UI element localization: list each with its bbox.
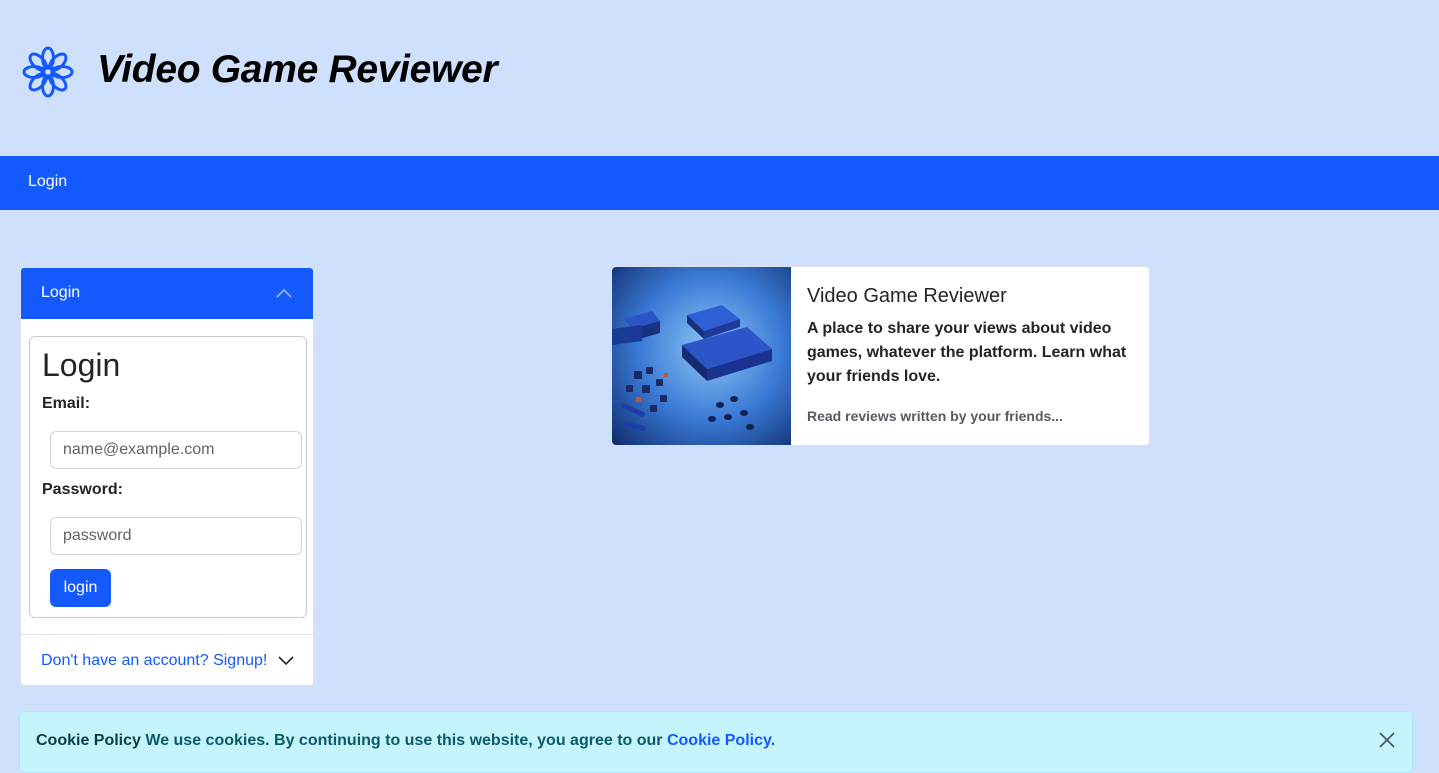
- card-subtext: Read reviews written by your friends...: [807, 408, 1063, 424]
- flower-icon[interactable]: [22, 46, 74, 98]
- login-form: Login Email: Password: login: [29, 336, 307, 618]
- login-title: Login: [42, 347, 121, 383]
- cookie-heading: Cookie Policy: [36, 732, 141, 749]
- accordion-header-label: Login: [41, 284, 81, 301]
- game-consoles-image: [612, 267, 791, 445]
- cookie-period: .: [770, 732, 776, 749]
- accordion-header-login[interactable]: Login: [21, 268, 313, 319]
- chevron-down-icon[interactable]: [277, 654, 295, 668]
- cookie-policy-link[interactable]: Cookie Policy: [667, 732, 771, 749]
- password-field[interactable]: [50, 517, 302, 555]
- login-accordion: Login Login Email: Password: login Don't…: [20, 267, 314, 686]
- site-title: Video Game Reviewer: [97, 48, 498, 91]
- chevron-up-icon: [276, 288, 292, 298]
- password-label: Password:: [42, 481, 123, 498]
- signup-toggle[interactable]: Don't have an account? Signup!: [41, 652, 267, 670]
- navbar: Login: [0, 156, 1439, 210]
- login-button[interactable]: login: [50, 569, 111, 607]
- email-field[interactable]: [50, 431, 302, 469]
- card-description: A place to share your views about video …: [807, 320, 1127, 385]
- cookie-body: We use cookies. By continuing to use thi…: [145, 732, 663, 749]
- cookie-banner: Cookie Policy We use cookies. By continu…: [19, 711, 1413, 773]
- cookie-message: Cookie Policy We use cookies. By continu…: [36, 732, 775, 750]
- close-icon[interactable]: [1378, 731, 1396, 749]
- email-label: Email:: [42, 395, 91, 412]
- divider: [21, 634, 313, 635]
- card-title: Video Game Reviewer: [807, 285, 1007, 307]
- nav-login-link[interactable]: Login: [28, 173, 67, 191]
- site-header: Video Game Reviewer: [0, 0, 1439, 156]
- intro-card: Video Game Reviewer A place to share you…: [611, 266, 1150, 446]
